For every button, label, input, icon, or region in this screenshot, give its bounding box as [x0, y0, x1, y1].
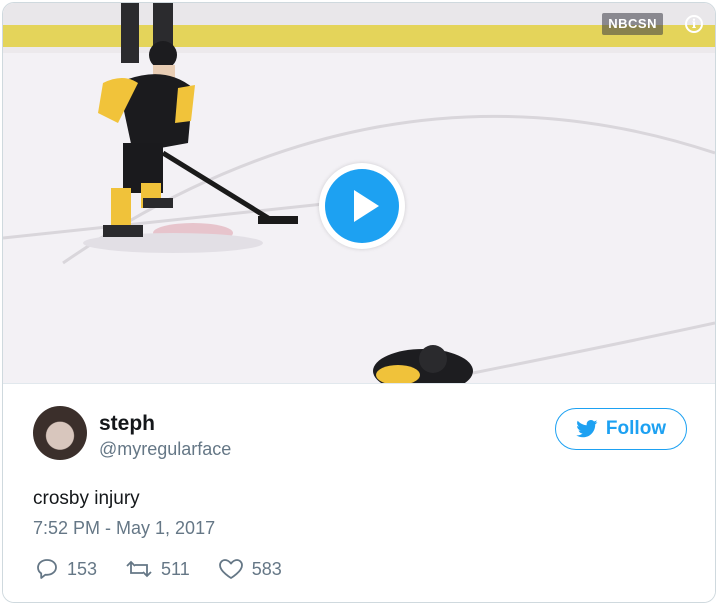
reply-count: 153	[67, 558, 98, 579]
tweet-actions: 153 511 583	[35, 558, 310, 580]
follow-button[interactable]: Follow	[555, 408, 687, 450]
follow-label: Follow	[605, 418, 667, 439]
video-player[interactable]: NBCSN i	[3, 3, 715, 383]
avatar[interactable]	[33, 406, 87, 460]
like-count: 583	[251, 558, 282, 579]
retweet-count: 511	[161, 558, 190, 579]
tweet-body: steph @myregularface Follow crosby injur…	[3, 383, 715, 602]
reply-action[interactable]: 153	[35, 558, 97, 580]
play-icon	[325, 169, 399, 243]
tweet-text: crosby injury	[33, 488, 140, 509]
retweet-icon	[126, 560, 152, 578]
user-name[interactable]: steph	[99, 412, 155, 436]
reply-icon	[37, 559, 57, 579]
twitter-bird-icon	[576, 420, 598, 438]
tweet-embed-card: NBCSN i steph @myregularface Follow cros…	[2, 2, 716, 603]
play-button[interactable]	[319, 163, 405, 249]
network-logo: NBCSN	[602, 13, 663, 35]
user-handle[interactable]: @myregularface	[99, 439, 231, 460]
info-icon[interactable]: i	[685, 15, 703, 33]
tweet-timestamp[interactable]: 7:52 PM - May 1, 2017	[33, 518, 215, 539]
like-action[interactable]: 583	[218, 558, 282, 580]
retweet-action[interactable]: 511	[125, 558, 190, 580]
heart-icon	[218, 559, 243, 579]
